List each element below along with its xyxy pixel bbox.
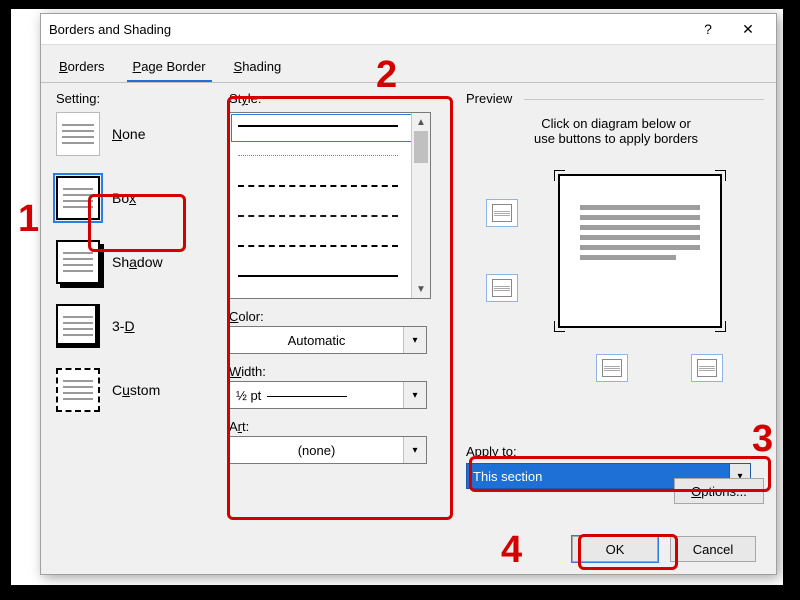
scroll-down-icon[interactable]: ▼ <box>412 280 430 298</box>
box-icon <box>56 176 100 220</box>
close-button[interactable]: ✕ <box>728 15 768 43</box>
style-label: Style: <box>229 91 444 106</box>
mini-page-icon <box>492 204 512 222</box>
style-item-dash[interactable] <box>230 173 430 203</box>
style-item-dotted[interactable] <box>230 143 430 173</box>
tab-shading-label: Shading <box>234 59 282 74</box>
art-value: (none) <box>230 443 403 458</box>
scroll-up-icon[interactable]: ▲ <box>412 113 430 131</box>
setting-shadow[interactable]: Shadow Shadow <box>56 240 216 284</box>
ok-button[interactable]: OK <box>572 536 658 562</box>
color-value: Automatic <box>230 333 403 348</box>
color-combo[interactable]: Automatic ▾ <box>229 326 427 354</box>
options-label: Options... <box>691 484 747 499</box>
mini-page-icon <box>602 359 622 377</box>
threed-icon <box>56 304 100 348</box>
page-preview[interactable] <box>558 174 722 328</box>
dialog-content: Setting: None None Box Box Shadow <box>41 83 776 563</box>
style-group: Style: Style: ▲ ▼ Color: Color: Automati… <box>229 91 444 464</box>
apply-to-label: Apply to: <box>466 444 766 459</box>
borders-shading-dialog: Borders and Shading ? ✕ Borders Page Bor… <box>40 13 777 575</box>
help-button[interactable]: ? <box>688 15 728 43</box>
border-top-button[interactable] <box>486 199 518 227</box>
preview-area <box>466 164 766 384</box>
mini-page-icon <box>697 359 717 377</box>
cancel-button[interactable]: Cancel <box>670 536 756 562</box>
chevron-down-icon: ▾ <box>403 382 426 408</box>
style-listbox[interactable]: ▲ ▼ <box>229 112 431 299</box>
setting-box-label: Box <box>112 190 136 206</box>
tab-borders[interactable]: Borders <box>53 55 111 82</box>
border-right-button[interactable] <box>691 354 723 382</box>
style-item-dashdot[interactable] <box>230 233 430 263</box>
setting-label: Setting: <box>56 91 216 106</box>
style-item-solid[interactable] <box>230 113 430 143</box>
style-item-dashdotdot[interactable] <box>230 263 430 293</box>
art-combo[interactable]: (none) ▾ <box>229 436 427 464</box>
setting-shadow-label: Shadow <box>112 254 163 270</box>
width-label: Width: <box>229 364 444 379</box>
style-scrollbar[interactable]: ▲ ▼ <box>411 113 430 298</box>
scroll-thumb[interactable] <box>414 131 428 163</box>
shadow-icon <box>56 240 100 284</box>
mini-page-icon <box>492 279 512 297</box>
tab-shading[interactable]: Shading <box>228 55 288 82</box>
tab-borders-label: Borders <box>59 59 105 74</box>
dialog-footer: OK Cancel <box>572 536 756 562</box>
setting-box[interactable]: Box Box <box>56 176 216 220</box>
preview-group: Preview Click on diagram below oruse but… <box>466 91 766 489</box>
separator <box>524 99 764 100</box>
tab-bar: Borders Page Border Shading Borders Page… <box>41 45 776 83</box>
chevron-down-icon: ▾ <box>403 327 426 353</box>
setting-group: Setting: None None Box Box Shadow <box>56 91 216 432</box>
tab-page-border[interactable]: Page Border <box>127 55 212 82</box>
setting-custom[interactable]: Custom Custom <box>56 368 216 412</box>
setting-none[interactable]: None None <box>56 112 216 156</box>
setting-custom-label: Custom <box>112 382 160 398</box>
setting-3d[interactable]: 3-D 3-D <box>56 304 216 348</box>
options-button[interactable]: Options... <box>674 478 764 504</box>
setting-3d-label: 3-D <box>112 318 135 334</box>
border-bottom-button[interactable] <box>486 274 518 302</box>
none-icon <box>56 112 100 156</box>
art-label: Art: <box>229 419 444 434</box>
border-left-button[interactable] <box>596 354 628 382</box>
dialog-title: Borders and Shading <box>49 22 688 37</box>
chevron-down-icon: ▾ <box>403 437 426 463</box>
setting-none-label: None <box>112 126 145 142</box>
style-item-dash2[interactable] <box>230 203 430 233</box>
preview-hint: Click on diagram below oruse buttons to … <box>466 116 766 146</box>
width-combo[interactable]: ½ pt ▾ <box>229 381 427 409</box>
custom-icon <box>56 368 100 412</box>
color-label: Color: <box>229 309 444 324</box>
titlebar: Borders and Shading ? ✕ <box>41 14 776 45</box>
width-value: ½ pt <box>230 388 403 403</box>
tab-page-border-label: Page Border <box>133 59 206 74</box>
